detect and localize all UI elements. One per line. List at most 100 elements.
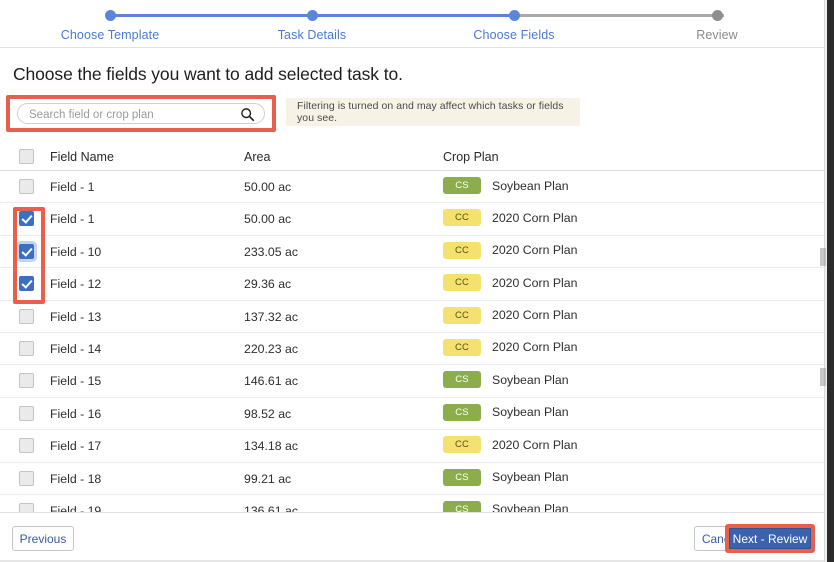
cell-field-name: Field - 12 — [50, 277, 102, 292]
column-header-field-name[interactable]: Field Name — [50, 150, 114, 164]
fields-table: Field Name Area Crop Plan Field - 1 50.00… — [0, 142, 827, 512]
search-input[interactable] — [29, 104, 234, 125]
row-checkbox[interactable] — [19, 340, 34, 356]
cell-crop-plan: CS Soybean Plan — [443, 468, 569, 486]
cell-crop-plan: CS Soybean Plan — [443, 403, 569, 421]
cell-crop-plan: CC 2020 Corn Plan — [443, 241, 578, 259]
cell-crop-plan: CS Soybean Plan — [443, 371, 569, 389]
crop-plan-badge: CC — [443, 241, 481, 259]
crop-plan-label: Soybean Plan — [492, 372, 569, 387]
cell-field-name: Field - 1 — [50, 180, 95, 194]
cell-field-name: Field - 19 — [50, 503, 102, 512]
stepper-dot-3 — [508, 10, 520, 21]
table-header-row: Field Name Area Crop Plan — [0, 142, 827, 171]
cell-field-name: Field - 16 — [50, 406, 102, 421]
cell-area: 50.00 ac — [244, 180, 292, 194]
stepper-step-2[interactable]: Task Details — [227, 0, 397, 42]
crop-plan-badge: CS — [443, 403, 481, 421]
table-row[interactable]: Field - 18 99.21 ac CS Soybean Plan — [0, 463, 827, 495]
table-row[interactable]: Field - 17 134.18 ac CC 2020 Corn Plan — [0, 430, 827, 463]
cell-crop-plan: CS Soybean Plan — [443, 177, 569, 194]
page-title: Choose the fields you want to add select… — [13, 64, 403, 84]
cell-crop-plan: CC 2020 Corn Plan — [443, 209, 578, 227]
row-checkbox[interactable] — [19, 179, 34, 194]
cell-field-name: Field - 1 — [50, 212, 95, 227]
crop-plan-label: Soybean Plan — [492, 178, 569, 193]
window-right-border — [827, 0, 834, 562]
previous-button[interactable]: Previous — [12, 526, 74, 551]
stepper-dot-4 — [711, 10, 723, 21]
table-row[interactable]: Field - 16 98.52 ac CS Soybean Plan — [0, 398, 827, 431]
crop-plan-badge: CS — [443, 500, 481, 512]
table-row[interactable]: Field - 13 137.32 ac CC 2020 Corn Plan — [0, 301, 827, 333]
row-checkbox[interactable] — [19, 276, 34, 292]
stepper-label-4: Review — [696, 28, 738, 42]
cell-area: 99.21 ac — [244, 471, 292, 486]
crop-plan-label: Soybean Plan — [492, 502, 569, 512]
task-wizard-dialog: Choose Template Task Details Choose Fields… — [0, 0, 834, 562]
next-review-button[interactable]: Next - Review — [729, 528, 811, 549]
row-checkbox[interactable] — [19, 211, 34, 227]
crop-plan-label: 2020 Corn Plan — [492, 210, 578, 225]
stepper-label-3: Choose Fields — [473, 28, 555, 42]
crop-plan-badge: CC — [443, 436, 481, 454]
table-row[interactable]: Field - 15 146.61 ac CS Soybean Plan — [0, 365, 827, 398]
column-header-area[interactable]: Area — [244, 150, 270, 164]
cell-crop-plan: CC 2020 Corn Plan — [443, 306, 578, 324]
cell-field-name: Field - 14 — [50, 341, 102, 356]
cell-area: 136.61 ac — [244, 503, 299, 512]
wizard-stepper: Choose Template Task Details Choose Fields… — [0, 0, 834, 48]
crop-plan-label: 2020 Corn Plan — [492, 308, 578, 323]
cell-area: 98.52 ac — [244, 406, 292, 421]
search-icon[interactable] — [240, 107, 255, 122]
row-checkbox[interactable] — [19, 470, 34, 486]
table-row[interactable]: Field - 12 29.36 ac CC 2020 Corn Plan — [0, 268, 827, 301]
cell-field-name: Field - 13 — [50, 309, 102, 324]
cell-area: 29.36 ac — [244, 277, 292, 292]
stepper-step-4[interactable]: Review — [632, 0, 802, 42]
select-all-checkbox[interactable] — [19, 149, 34, 164]
crop-plan-label: 2020 Corn Plan — [492, 243, 578, 258]
row-checkbox[interactable] — [19, 438, 34, 454]
window-edge-marker-top — [820, 248, 826, 266]
next-review-button-annotation: Next - Review — [725, 524, 815, 553]
cell-area: 146.61 ac — [244, 374, 299, 389]
table-row[interactable]: Field - 19 136.61 ac CS Soybean Plan — [0, 495, 827, 512]
crop-plan-label: Soybean Plan — [492, 405, 569, 420]
table-row[interactable]: Field - 1 50.00 ac CS Soybean Plan — [0, 171, 827, 204]
stepper-step-1[interactable]: Choose Template — [25, 0, 195, 42]
cell-crop-plan: CS Soybean Plan — [443, 500, 569, 512]
filtering-notice-banner: Filtering is turned on and may affect wh… — [286, 98, 580, 126]
dialog-footer: Previous Cancel Next - Review — [0, 512, 827, 562]
row-checkbox[interactable] — [19, 405, 34, 421]
column-header-crop-plan[interactable]: Crop Plan — [443, 150, 499, 164]
table-row[interactable]: Field - 1 50.00 ac CC 2020 Corn Plan — [0, 203, 827, 236]
row-checkbox[interactable] — [19, 373, 34, 389]
crop-plan-badge: CC — [443, 274, 481, 292]
cell-area: 134.18 ac — [244, 439, 299, 454]
table-row[interactable]: Field - 10 233.05 ac CC 2020 Corn Plan — [0, 236, 827, 269]
crop-plan-badge: CS — [443, 371, 481, 389]
stepper-dot-1 — [104, 10, 116, 21]
cell-field-name: Field - 10 — [50, 244, 102, 259]
cell-field-name: Field - 17 — [50, 439, 102, 454]
search-box[interactable] — [17, 103, 265, 125]
cell-area: 50.00 ac — [244, 212, 292, 227]
row-checkbox[interactable] — [19, 243, 34, 259]
cell-area: 220.23 ac — [244, 341, 299, 356]
cell-crop-plan: CC 2020 Corn Plan — [443, 274, 578, 292]
crop-plan-badge: CC — [443, 306, 481, 324]
row-checkbox[interactable] — [19, 308, 34, 324]
window-edge-marker-bottom — [820, 368, 826, 386]
row-checkbox[interactable] — [19, 502, 34, 512]
cell-crop-plan: CC 2020 Corn Plan — [443, 436, 578, 454]
table-row[interactable]: Field - 14 220.23 ac CC 2020 Corn Plan — [0, 333, 827, 366]
cell-area: 233.05 ac — [244, 244, 299, 259]
cell-crop-plan: CC 2020 Corn Plan — [443, 338, 577, 356]
crop-plan-label: 2020 Corn Plan — [492, 437, 578, 452]
stepper-dot-2 — [306, 10, 318, 21]
filtering-notice-text: Filtering is turned on and may affect wh… — [297, 100, 564, 124]
cell-field-name: Field - 15 — [50, 374, 102, 389]
stepper-step-3[interactable]: Choose Fields — [429, 0, 599, 42]
crop-plan-label: 2020 Corn Plan — [492, 275, 578, 290]
